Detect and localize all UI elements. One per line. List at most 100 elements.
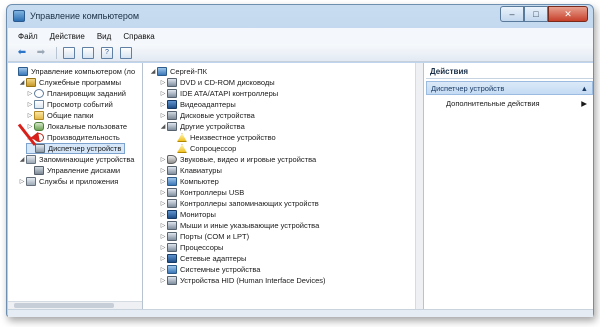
console-tree-item-1[interactable]: ◢ Служебные программы [18,77,121,88]
expand-arrow-icon[interactable]: ▷ [159,200,167,207]
up-level-button[interactable] [61,46,77,60]
properties-icon [120,46,132,59]
tree-item-label: Устройства HID (Human Interface Devices) [180,276,326,285]
expand-arrow-icon[interactable]: ▷ [159,244,167,251]
tree-item-label: Системные устройства [180,265,261,274]
computer-icon [167,265,177,274]
device-tree-item-1[interactable]: ▷ DVD и CD-ROM дисководы [159,77,275,88]
console-tree-item-7[interactable]: Диспетчер устройств [26,143,126,154]
clock-icon [34,89,44,98]
actions-group-device-manager[interactable]: Диспетчер устройств ▲ [426,81,593,95]
properties-button[interactable] [118,46,134,60]
tree-item-label: Мониторы [180,210,216,219]
toolbar-separator [56,46,57,59]
close-button[interactable]: ✕ [548,6,588,22]
menu-file[interactable]: Файл [12,32,44,41]
device-tree-item-14[interactable]: ▷ Мыши и иные указывающие устройства [159,220,319,231]
warn-icon [177,144,187,153]
help-icon: ? [101,46,113,59]
console-tree-item-5[interactable]: ▷ Локальные пользовате [26,121,127,132]
expand-arrow-icon[interactable]: ▷ [159,255,167,262]
device-tree-pane: ◢ Сергей-ПК ▷ DVD и CD-ROM дисководы ▷ IDE AT… [145,63,424,309]
menu-action[interactable]: Действие [44,32,91,41]
title-bar[interactable]: Управление компьютером – □ ✕ [7,5,593,27]
device-tree-item-3[interactable]: ▷ Видеоадаптеры [159,99,236,110]
device-tree-item-0[interactable]: ◢ Сергей-ПК [149,66,207,77]
hw-icon [167,276,177,285]
expand-arrow-icon[interactable]: ▷ [159,156,167,163]
expand-arrow-icon[interactable]: ▷ [159,189,167,196]
expand-arrow-icon[interactable]: ▷ [26,101,34,108]
console-tree-icon [82,46,94,59]
window-title: Управление компьютером [30,11,140,21]
help-button[interactable]: ? [99,46,115,60]
expand-arrow-icon[interactable]: ▷ [159,222,167,229]
expand-arrow-icon[interactable]: ▷ [159,167,167,174]
device-tree-item-9[interactable]: ▷ Клавиатуры [159,165,222,176]
expand-arrow-icon[interactable]: ▷ [159,101,167,108]
disk-icon [34,166,44,175]
device-tree-item-2[interactable]: ▷ IDE ATA/ATAPI контроллеры [159,88,278,99]
tools-icon [26,78,36,87]
services-icon [26,177,36,186]
horizontal-scrollbar[interactable] [8,301,142,309]
back-arrow-icon[interactable]: ⬅ [14,46,30,60]
device-tree-item-5[interactable]: ◢ Другие устройства [159,121,245,132]
device-tree-item-11[interactable]: ▷ Контроллеры USB [159,187,244,198]
expand-arrow-icon[interactable]: ▷ [159,277,167,284]
collapse-arrow-icon[interactable]: ◢ [159,123,167,130]
device-tree-item-12[interactable]: ▷ Контроллеры запоминающих устройств [159,198,319,209]
console-tree-item-8[interactable]: ◢ Запоминающие устройства [18,154,134,165]
device-tree-item-6[interactable]: Неизвестное устройство [169,132,276,143]
tree-item-label: Порты (COM и LPT) [180,232,250,241]
expand-arrow-icon[interactable]: ▷ [18,178,26,185]
expand-arrow-icon[interactable]: ▷ [26,90,34,97]
expand-arrow-icon[interactable]: ▷ [26,123,34,130]
console-tree-item-0[interactable]: Управление компьютером (ло [10,66,135,77]
hw-icon [167,199,177,208]
computer-icon [167,177,177,186]
console-tree-item-10[interactable]: ▷ Службы и приложения [18,176,118,187]
more-actions-item[interactable]: Дополнительные действия ▶ [426,99,593,108]
storage-icon [26,155,36,164]
expand-arrow-icon[interactable]: ▷ [159,112,167,119]
console-tree-item-3[interactable]: ▷ Просмотр событий [26,99,113,110]
device-tree-item-8[interactable]: ▷ Звуковые, видео и игровые устройства [159,154,316,165]
console-tree-item-4[interactable]: ▷ Общие папки [26,110,94,121]
disk-icon [167,111,177,120]
collapse-arrow-icon[interactable]: ◢ [18,79,26,86]
expand-arrow-icon[interactable]: ▷ [159,79,167,86]
device-tree-item-15[interactable]: ▷ Порты (COM и LPT) [159,231,249,242]
scrollbar-thumb[interactable] [14,303,114,308]
console-tree-item-2[interactable]: ▷ Планировщик заданий [26,88,126,99]
device-tree-item-10[interactable]: ▷ Компьютер [159,176,219,187]
menu-help[interactable]: Справка [117,32,160,41]
tree-item-label: Управление дисками [47,166,121,175]
collapse-arrow-icon[interactable]: ◢ [18,156,26,163]
expand-arrow-icon[interactable]: ▷ [159,211,167,218]
menu-view[interactable]: Вид [91,32,117,41]
forward-arrow-icon[interactable]: ➡ [33,46,49,60]
show-hide-tree-button[interactable] [80,46,96,60]
device-tree-item-16[interactable]: ▷ Процессоры [159,242,223,253]
maximize-button[interactable]: □ [524,6,548,22]
device-tree-item-19[interactable]: ▷ Устройства HID (Human Interface Devices… [159,275,326,286]
monitor-icon [167,100,177,109]
expand-arrow-icon[interactable]: ▷ [159,178,167,185]
expand-arrow-icon[interactable]: ▷ [159,233,167,240]
device-tree-item-4[interactable]: ▷ Дисковые устройства [159,110,255,121]
expand-arrow-icon[interactable]: ▷ [159,266,167,273]
minimize-button[interactable]: – [500,6,524,22]
more-actions-label: Дополнительные действия [446,99,540,108]
collapse-icon: ▲ [580,83,588,93]
tree-item-label: Контроллеры запоминающих устройств [180,199,319,208]
device-tree-item-13[interactable]: ▷ Мониторы [159,209,216,220]
expand-arrow-icon[interactable]: ▷ [159,90,167,97]
vertical-scrollbar[interactable] [415,63,423,309]
device-tree-item-7[interactable]: Сопроцессор [169,143,236,154]
device-tree-item-18[interactable]: ▷ Системные устройства [159,264,260,275]
collapse-arrow-icon[interactable]: ◢ [149,68,157,75]
console-tree-item-9[interactable]: Управление дисками [26,165,120,176]
expand-arrow-icon[interactable]: ▷ [26,112,34,119]
device-tree-item-17[interactable]: ▷ Сетевые адаптеры [159,253,246,264]
